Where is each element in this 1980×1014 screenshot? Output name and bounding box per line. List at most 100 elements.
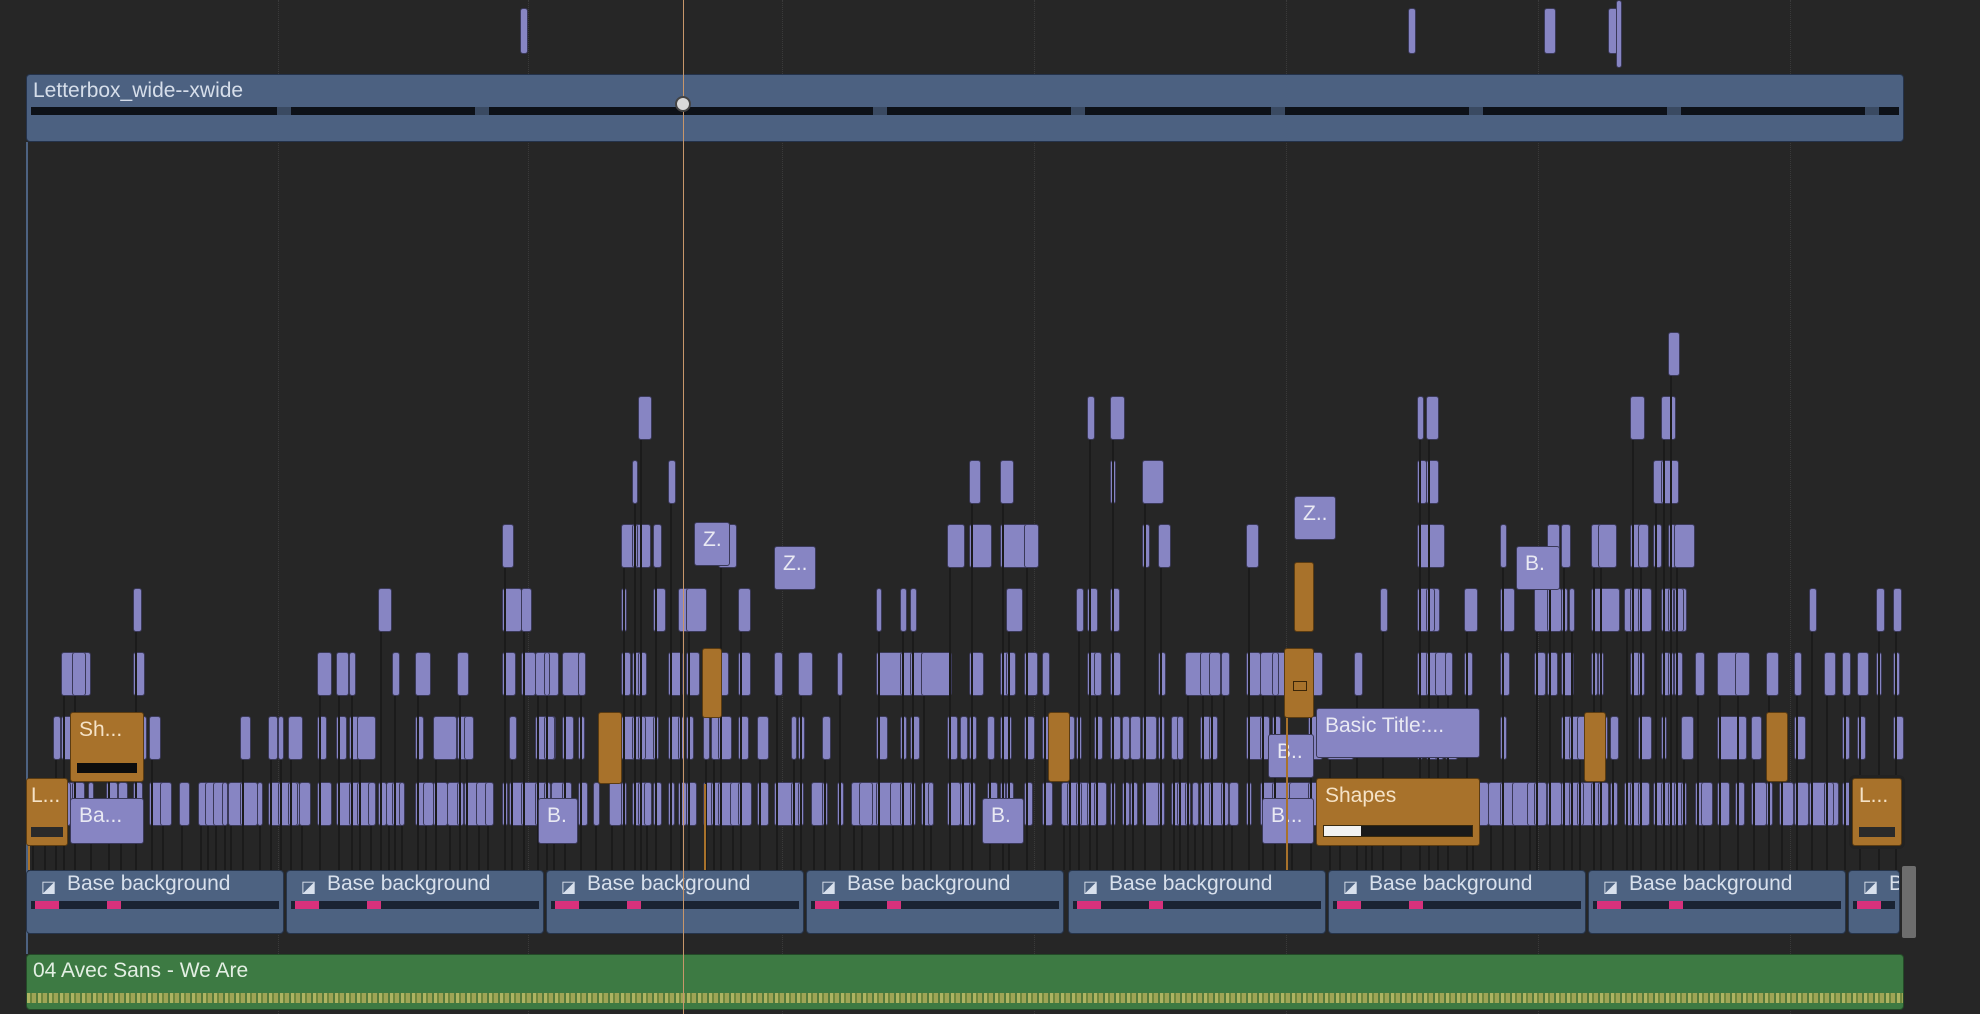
title-clip[interactable] xyxy=(1354,652,1363,696)
title-clip[interactable] xyxy=(1272,652,1279,696)
generator-clip[interactable] xyxy=(1048,712,1070,782)
title-clip[interactable] xyxy=(1824,652,1836,696)
title-clip[interactable] xyxy=(910,588,917,632)
generator-clip[interactable] xyxy=(1766,712,1788,782)
title-clip[interactable] xyxy=(1695,652,1705,696)
title-clip[interactable] xyxy=(644,782,652,826)
keyframe[interactable] xyxy=(1071,107,1085,115)
title-clip[interactable] xyxy=(1229,782,1239,826)
title-clip[interactable] xyxy=(357,716,376,760)
letterbox-generator-clip[interactable]: L... xyxy=(1852,778,1902,846)
title-clip[interactable] xyxy=(774,652,783,696)
title-clip[interactable] xyxy=(53,716,61,760)
title-clip[interactable] xyxy=(179,782,190,826)
title-clip[interactable] xyxy=(544,652,550,696)
title-clip[interactable] xyxy=(1876,588,1885,632)
title-clip[interactable] xyxy=(485,782,494,826)
title-clip[interactable] xyxy=(433,716,457,760)
keyframe[interactable] xyxy=(1667,107,1681,115)
title-clip[interactable] xyxy=(1006,588,1023,632)
title-clip[interactable] xyxy=(1122,716,1130,760)
shapes-generator-clip[interactable]: Shapes xyxy=(1316,778,1480,846)
title-clip[interactable] xyxy=(1610,716,1619,760)
title-clip[interactable] xyxy=(1042,652,1050,696)
title-clip[interactable] xyxy=(133,588,142,632)
title-clip[interactable] xyxy=(703,716,710,760)
keyframe[interactable] xyxy=(1469,107,1483,115)
generator-clip[interactable] xyxy=(1584,712,1606,782)
title-clip[interactable] xyxy=(502,524,514,568)
title-clip[interactable] xyxy=(399,782,405,826)
title-clip[interactable] xyxy=(632,460,638,504)
background-clip[interactable]: ◪ Base background xyxy=(286,870,544,934)
title-clip[interactable] xyxy=(1158,524,1171,568)
title-clip[interactable] xyxy=(1464,588,1478,632)
timeline[interactable]: Letterbox_wide--xwide Z. Z.. Z.. B. B.. … xyxy=(0,0,1980,1014)
title-clip[interactable] xyxy=(1130,716,1141,760)
shape-generator-clip[interactable]: Sh... xyxy=(70,712,144,782)
title-clip[interactable] xyxy=(859,782,873,826)
title-clip[interactable] xyxy=(1000,460,1014,504)
title-clip[interactable] xyxy=(1417,524,1445,568)
title-clip[interactable] xyxy=(349,652,356,696)
title-clip[interactable] xyxy=(1701,782,1713,826)
title-clip[interactable] xyxy=(1638,524,1649,568)
title-clip[interactable] xyxy=(1842,652,1851,696)
title-clip[interactable] xyxy=(1857,652,1869,696)
keyframe[interactable] xyxy=(475,107,489,115)
title-clip[interactable] xyxy=(1094,652,1102,696)
title-clip[interactable] xyxy=(947,524,965,568)
title-clip[interactable] xyxy=(257,782,263,826)
title-clip[interactable] xyxy=(798,652,813,696)
title-clip[interactable] xyxy=(738,588,751,632)
title-clip[interactable] xyxy=(1209,652,1221,696)
title-clip[interactable] xyxy=(1681,716,1694,760)
adjustment-clip[interactable]: Letterbox_wide--xwide xyxy=(26,74,1904,142)
title-clip[interactable] xyxy=(288,716,303,760)
title-clip[interactable] xyxy=(1661,396,1676,440)
title-clip[interactable] xyxy=(921,652,952,696)
title-clip[interactable] xyxy=(837,652,843,696)
background-clip[interactable]: ◪ Base background xyxy=(26,870,284,934)
title-clip[interactable] xyxy=(1024,524,1039,568)
title-clip[interactable] xyxy=(1380,588,1388,632)
title-clip[interactable] xyxy=(1893,588,1902,632)
title-clip[interactable] xyxy=(317,652,332,696)
title-clip[interactable] xyxy=(336,652,349,696)
title-clip[interactable] xyxy=(1142,460,1164,504)
title-clip[interactable] xyxy=(1668,332,1680,376)
title-clip[interactable] xyxy=(653,524,662,568)
title-clip[interactable] xyxy=(578,652,586,696)
title-clip-z[interactable]: Z. xyxy=(694,522,730,566)
title-clip[interactable] xyxy=(160,782,172,826)
title-clip[interactable] xyxy=(457,652,469,696)
title-clip[interactable] xyxy=(1598,524,1617,568)
title-clip[interactable] xyxy=(1500,524,1507,568)
title-clip[interactable] xyxy=(1630,396,1645,440)
background-clip[interactable]: ◪B xyxy=(1848,870,1900,934)
title-clip[interactable] xyxy=(521,588,532,632)
keyframe[interactable] xyxy=(1865,107,1879,115)
background-clip[interactable]: ◪ Base background xyxy=(1068,870,1326,934)
title-clip[interactable] xyxy=(464,716,474,760)
audio-clip[interactable]: 04 Avec Sans - We Are xyxy=(26,954,1904,1010)
clip-trim-handle[interactable] xyxy=(1902,866,1916,938)
title-clip[interactable] xyxy=(1591,588,1620,632)
title-clip-b[interactable]: B... xyxy=(1262,798,1314,844)
title-clip[interactable] xyxy=(876,588,882,632)
generator-clip[interactable] xyxy=(1284,648,1314,718)
basic-title-clip[interactable]: Basic Title:... xyxy=(1316,708,1480,758)
title-clip-z[interactable]: Z.. xyxy=(774,546,816,590)
title-clip[interactable] xyxy=(1408,8,1416,54)
playhead-knob[interactable] xyxy=(675,96,691,112)
title-clip[interactable] xyxy=(1426,396,1439,440)
background-clip[interactable]: ◪ Base background xyxy=(1328,870,1586,934)
title-clip[interactable] xyxy=(1561,524,1571,568)
title-clip[interactable] xyxy=(1674,524,1695,568)
title-clip[interactable] xyxy=(72,652,86,696)
title-clip[interactable] xyxy=(378,588,392,632)
title-clip[interactable] xyxy=(928,782,934,826)
title-clip[interactable] xyxy=(415,652,431,696)
title-clip[interactable] xyxy=(268,716,278,760)
title-clip[interactable] xyxy=(791,716,797,760)
